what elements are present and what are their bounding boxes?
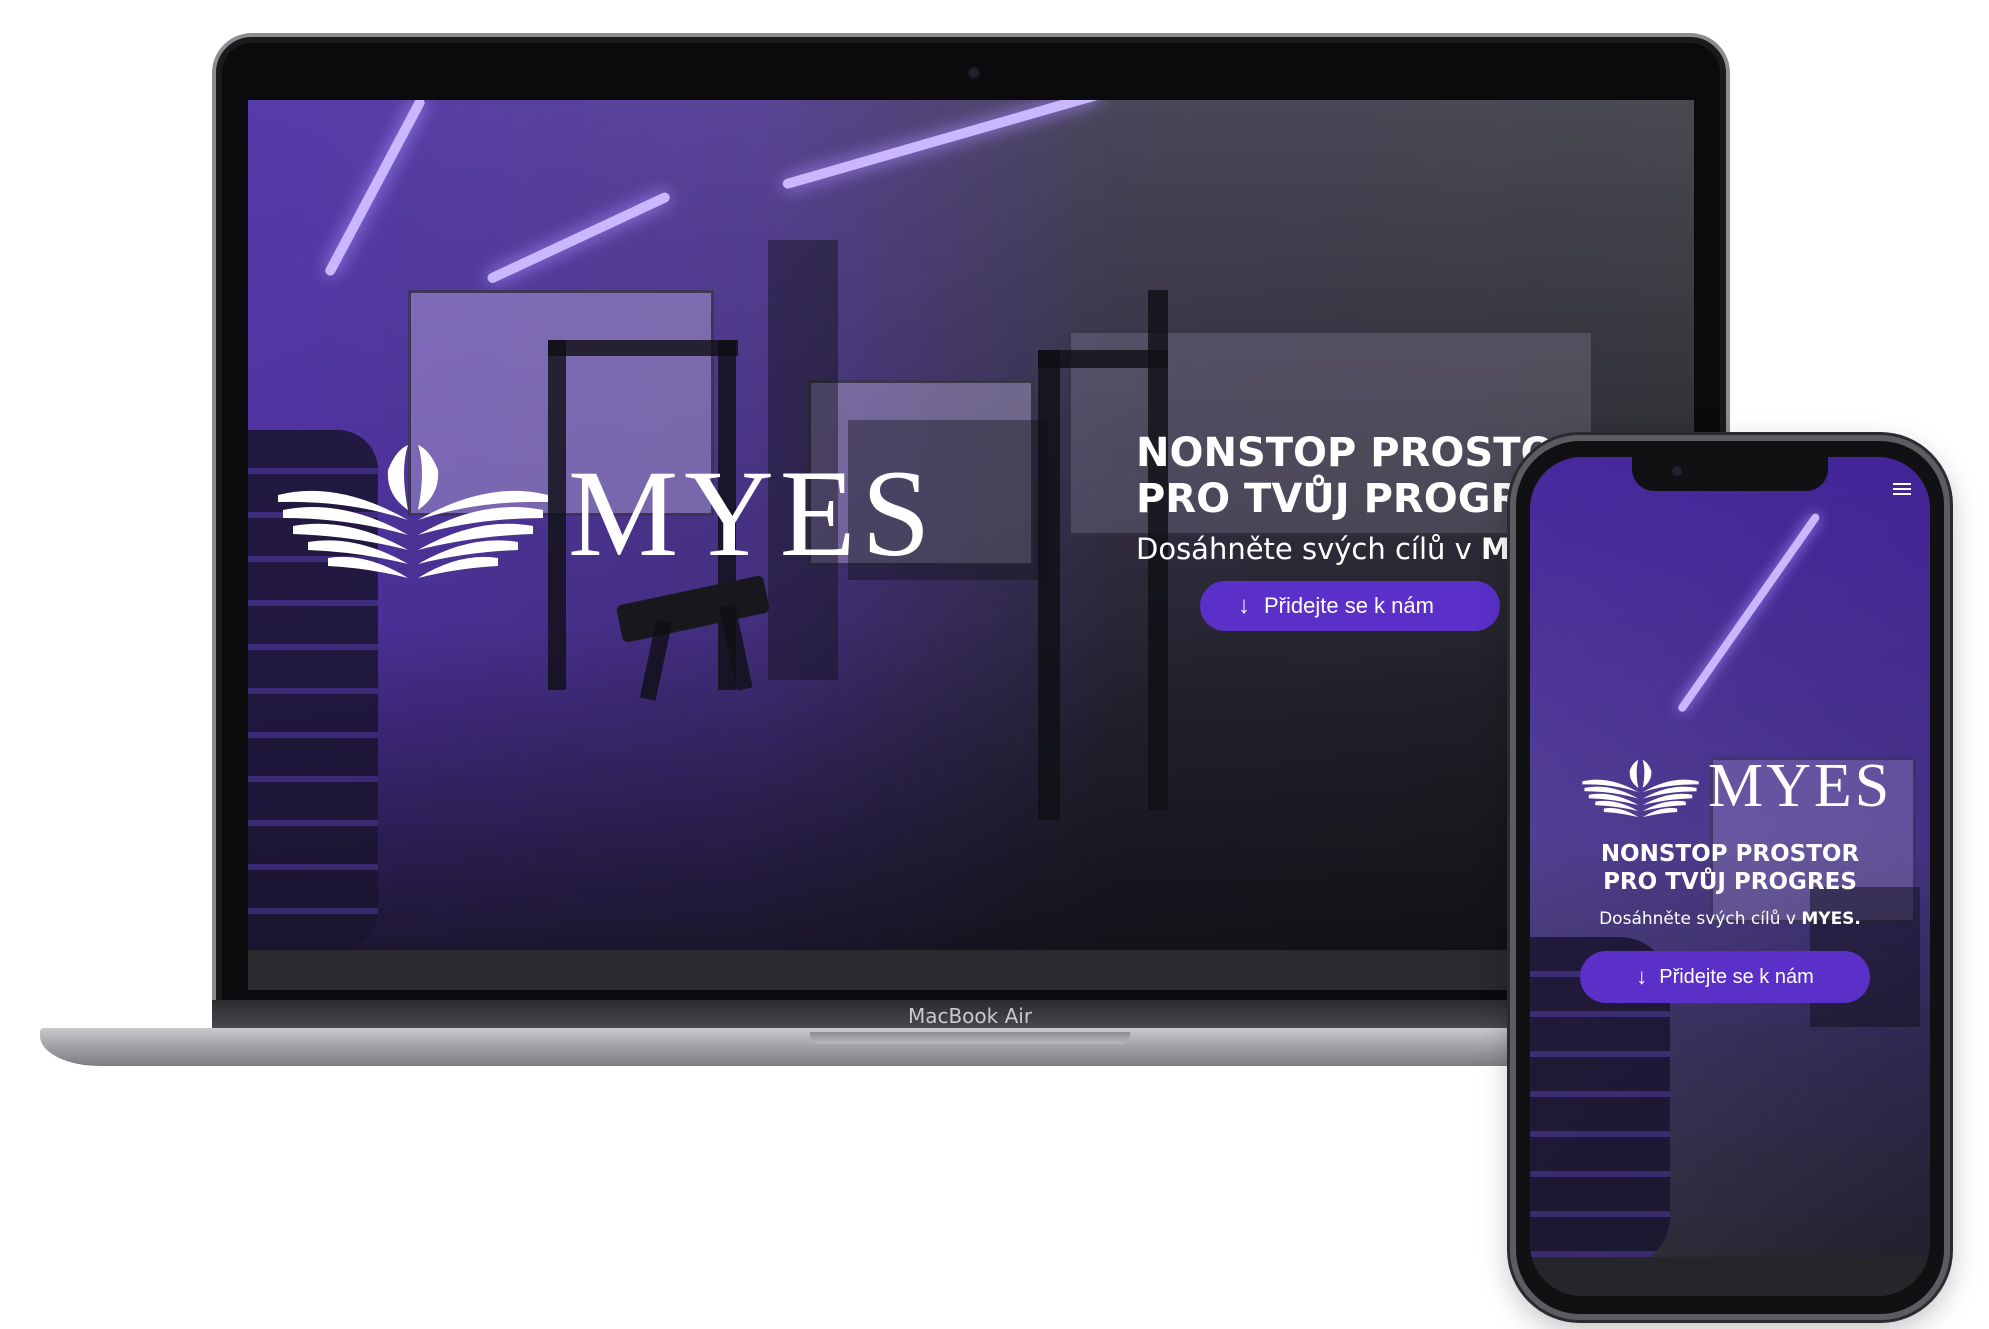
site-logo[interactable]: MYES — [1578, 755, 1889, 825]
gym-machine — [1038, 350, 1168, 368]
hamburger-icon[interactable] — [1893, 483, 1911, 497]
phone-camera — [1672, 466, 1682, 476]
join-us-button[interactable]: ↓ Přidejte se k nám — [1580, 951, 1870, 1003]
ceiling-light — [1676, 512, 1821, 714]
hero-title-line-1: NONSTOP PROSTOR — [1136, 430, 1586, 476]
arrow-down-icon: ↓ — [1636, 964, 1648, 989]
join-us-label: Přidejte se k nám — [1659, 965, 1814, 988]
ceiling-light — [323, 100, 427, 278]
hero-title-line-1: NONSTOP PROSTOR — [1600, 841, 1860, 867]
ceiling-light — [781, 100, 1102, 190]
brand-wordmark: MYES — [1708, 752, 1893, 820]
hero-subtitle-brand: MYES. — [1801, 909, 1861, 929]
wings-logo-icon — [1582, 759, 1699, 818]
screen-bottom-strip — [248, 950, 1694, 990]
arrow-down-icon: ↓ — [1238, 592, 1250, 619]
laptop-camera — [969, 68, 979, 78]
site-logo[interactable]: MYES — [268, 440, 931, 590]
laptop-screen: MYES NONSTOP PROSTOR PRO TVŮJ PROGRES Do… — [248, 100, 1694, 990]
brand-wordmark: MYES — [568, 445, 937, 582]
gym-floor — [248, 620, 1694, 950]
join-us-label: Přidejte se k nám — [1264, 593, 1434, 618]
phone-notch — [1632, 457, 1828, 491]
join-us-button[interactable]: ↓ Přidejte se k nám — [1200, 581, 1500, 631]
laptop-opening-notch — [810, 1032, 1130, 1044]
hero-title-line-2: PRO TVŮJ PROGRES — [1603, 869, 1857, 895]
gym-machine — [548, 340, 738, 356]
ceiling-light — [485, 190, 672, 285]
hero-subtitle-text: Dosáhněte svých cílů v — [1599, 909, 1802, 929]
hero-subtitle: Dosáhněte svých cílů v MYES. — [1530, 909, 1930, 929]
screen-bottom-strip — [1530, 1257, 1930, 1296]
wings-logo-icon — [278, 445, 548, 578]
hero-title: NONSTOP PROSTOR PRO TVŮJ PROGRES — [1530, 840, 1930, 896]
hero-subtitle-text: Dosáhněte svých cílů v — [1136, 532, 1481, 566]
